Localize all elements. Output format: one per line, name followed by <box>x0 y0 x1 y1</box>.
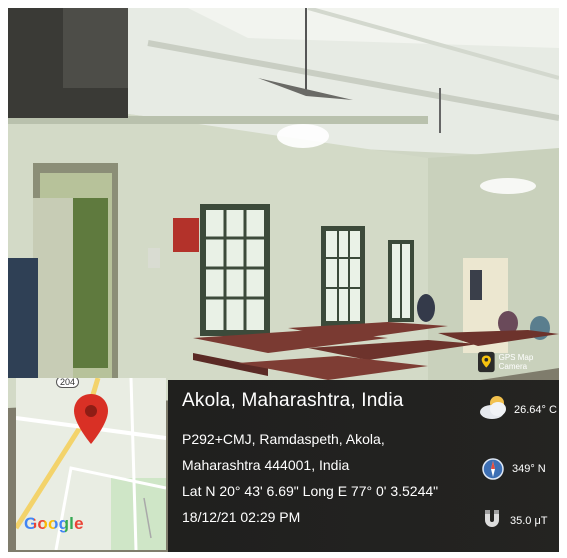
google-logo: Google <box>24 514 84 533</box>
compass-icon <box>482 458 504 480</box>
app-badge: GPS Map Camera <box>478 350 559 374</box>
app-badge-label: GPS Map Camera <box>498 353 534 371</box>
mini-map: 204 Google <box>16 378 166 550</box>
magnet-icon <box>485 510 499 527</box>
location-title: Akola, Maharashtra, India <box>182 390 404 411</box>
address-line-2: Maharashtra 444001, India <box>182 457 350 473</box>
datetime-text: 18/12/21 02:29 PM <box>182 509 301 525</box>
magnetic-field-text: 35.0 μT <box>510 515 548 527</box>
cloud-sun-icon <box>480 396 506 419</box>
camera-pin-icon <box>478 351 495 373</box>
map-pin-icon <box>74 394 108 444</box>
road-number-badge: 204 <box>56 378 80 388</box>
temperature-text: 26.64° C <box>514 404 557 416</box>
heading-text: 349° N <box>512 463 546 475</box>
coordinates-text: Lat N 20° 43' 6.69" Long E 77° 0' 3.5244… <box>182 483 439 499</box>
address-line-1: P292+CMJ, Ramdaspeth, Akola, <box>182 431 385 447</box>
